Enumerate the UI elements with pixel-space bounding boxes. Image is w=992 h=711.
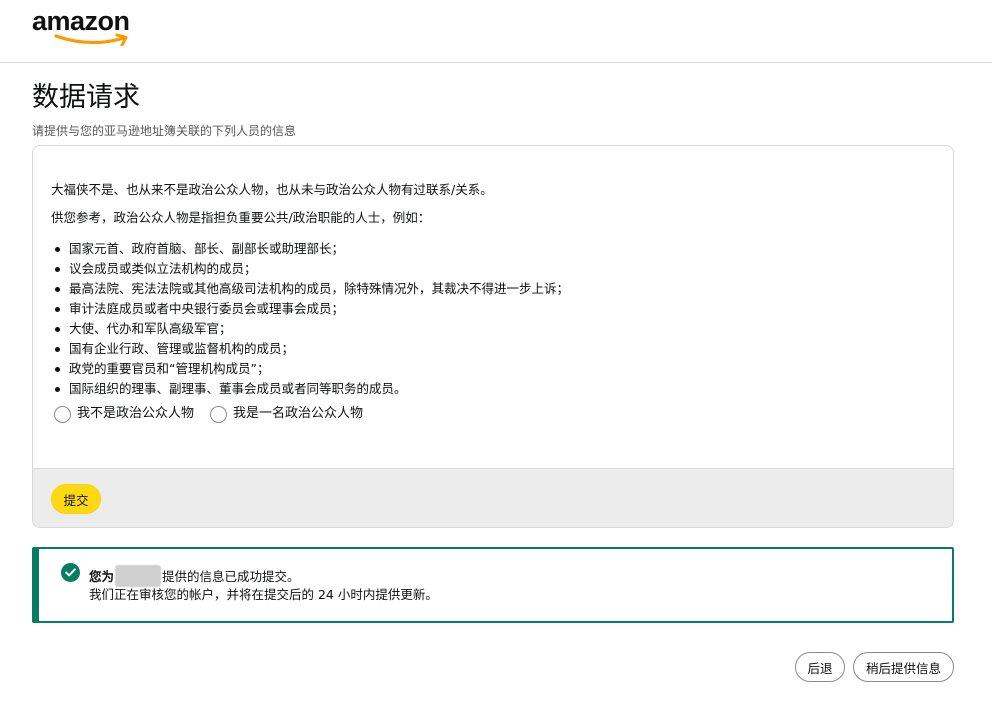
header: amazon [0, 0, 992, 63]
provide-later-button[interactable]: 稍后提供信息 [853, 652, 954, 682]
intro-text: 大福侠不是、也从来不是政治公众人物，也从未与政治公众人物有过联系/关系。 [51, 182, 493, 197]
redacted-name [115, 565, 162, 587]
smile-arrow-icon [54, 33, 128, 46]
submit-button[interactable]: 提交 [51, 484, 101, 514]
amazon-logo[interactable]: amazon [32, 6, 142, 50]
list-item: 政党的重要官员和“管理机构成员”； [51, 359, 935, 379]
pep-definition-list: 国家元首、政府首脑、部长、副部长或助理部长； 议会成员或类似立法机构的成员； 最… [51, 239, 935, 399]
page-title: 数据请求 [32, 82, 140, 113]
radio-not-pep[interactable]: 我不是政治公众人物 [54, 405, 194, 423]
check-circle-icon [61, 563, 80, 582]
card-body: 大福侠不是、也从来不是政治公众人物，也从未与政治公众人物有过联系/关系。 供您参… [33, 146, 953, 468]
alert-detail: 我们正在审核您的帐户，并将在提交后的 24 小时内提供更新。 [89, 587, 438, 602]
list-item: 国际组织的理事、副理事、董事会成员或者同等职务的成员。 [51, 379, 935, 399]
radio-label: 我是一名政治公众人物 [233, 406, 364, 421]
radio-label: 我不是政治公众人物 [77, 406, 195, 421]
list-item: 审计法庭成员或者中央银行委员会或理事会成员； [51, 299, 935, 319]
alert-message: 您为 提供的信息已成功提交。 [89, 565, 300, 587]
reference-text: 供您参考，政治公众人物是指担负重要公共/政治职能的人士，例如： [51, 210, 431, 225]
list-item: 国有企业行政、管理或监督机构的成员； [51, 339, 935, 359]
card-footer: 提交 [33, 468, 953, 527]
list-item: 国家元首、政府首脑、部长、副部长或助理部长； [51, 239, 935, 259]
alert-suffix: 提供的信息已成功提交。 [162, 568, 300, 584]
data-request-card: 大福侠不是、也从来不是政治公众人物，也从未与政治公众人物有过联系/关系。 供您参… [32, 145, 954, 528]
page-subtitle: 请提供与您的亚马逊地址簿关联的下列人员的信息 [32, 124, 297, 138]
success-alert: 您为 提供的信息已成功提交。 我们正在审核您的帐户，并将在提交后的 24 小时内… [32, 547, 954, 623]
pep-radio-group: 我不是政治公众人物 我是一名政治公众人物 [54, 405, 935, 423]
list-item: 议会成员或类似立法机构的成员； [51, 259, 935, 279]
list-item: 最高法院、宪法法院或其他高级司法机构的成员，除特殊情况外，其裁决不得进一步上诉； [51, 279, 935, 299]
radio-button[interactable] [54, 405, 71, 423]
radio-is-pep[interactable]: 我是一名政治公众人物 [210, 405, 363, 423]
list-item: 大使、代办和军队高级军官； [51, 319, 935, 339]
alert-prefix: 您为 [89, 568, 115, 584]
back-button[interactable]: 后退 [795, 652, 845, 682]
radio-button[interactable] [210, 405, 228, 423]
